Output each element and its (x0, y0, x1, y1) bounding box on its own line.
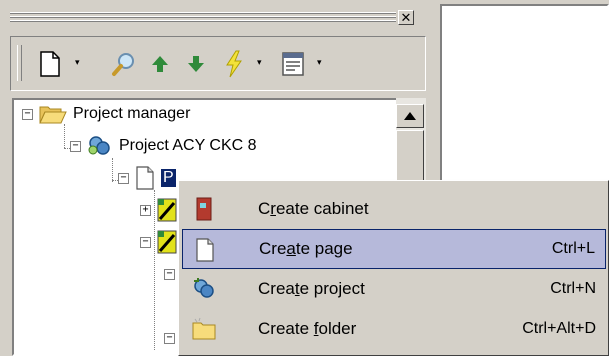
tree-item-project[interactable]: − Project ACY CKC 8 (70, 134, 257, 158)
arrow-up-icon (152, 56, 168, 72)
toolbar: ▾ ▾ ▾ (10, 36, 426, 91)
menu-item-label: Create cabinet (258, 199, 369, 218)
tree-item-label: P (161, 169, 176, 187)
panel-grip[interactable] (10, 12, 396, 24)
collapse-toggle[interactable]: − (22, 108, 33, 120)
cabinet-page-icon (157, 230, 177, 254)
arrow-down-icon (188, 56, 204, 72)
lightning-icon (226, 50, 242, 78)
tree-item-child[interactable]: − (140, 230, 177, 254)
menu-item-label: Create folder (258, 319, 357, 338)
menu-item-create-folder[interactable]: Create folder Ctrl+Alt+D (182, 309, 606, 349)
lightning-dropdown-arrow[interactable]: ▾ (257, 58, 262, 67)
collapse-toggle[interactable]: − (118, 172, 129, 184)
tree-item-selected[interactable]: − P (118, 166, 176, 190)
tree-item-child[interactable]: + (140, 198, 177, 222)
cabinet-page-icon (157, 198, 177, 222)
collapse-toggle[interactable]: − (140, 236, 151, 248)
cabinet-icon (196, 197, 212, 221)
properties-button[interactable] (281, 51, 305, 77)
new-page-button[interactable] (39, 51, 61, 77)
context-menu: Create cabinet Create page Ctrl+L Create… (178, 180, 609, 356)
page-icon (136, 166, 154, 190)
menu-item-create-project[interactable]: Create project Ctrl+N (182, 269, 606, 309)
menu-item-create-page[interactable]: Create page Ctrl+L (182, 229, 606, 269)
properties-icon (282, 52, 304, 76)
tree-item-label: Project manager (73, 105, 191, 122)
tree-connector (64, 124, 65, 148)
triangle-up-icon (404, 112, 416, 120)
tree-item-label: Project ACY CKC 8 (119, 137, 257, 154)
tree-item-project-manager[interactable]: − Project manager (22, 102, 190, 126)
close-panel-button[interactable]: ✕ (398, 10, 414, 25)
panel-title-bar[interactable]: ✕ (10, 10, 414, 26)
project-icon (194, 278, 214, 298)
properties-dropdown-arrow[interactable]: ▾ (317, 58, 322, 67)
move-down-button[interactable] (185, 51, 207, 77)
move-up-button[interactable] (149, 51, 171, 77)
menu-item-label: Create project (258, 279, 365, 298)
collapse-toggle[interactable]: − (70, 140, 81, 152)
new-page-icon (40, 51, 60, 77)
page-icon (196, 238, 214, 262)
folder-icon (192, 317, 216, 340)
menu-item-label: Create page (259, 239, 353, 258)
search-button[interactable] (111, 51, 137, 77)
toolbar-grip[interactable] (17, 45, 22, 81)
new-page-dropdown-arrow[interactable]: ▾ (75, 58, 80, 67)
search-icon (112, 53, 134, 76)
tree-connector (112, 158, 113, 182)
folder-open-icon (39, 106, 67, 124)
menu-item-shortcut: Ctrl+N (550, 280, 596, 297)
project-icon (88, 136, 110, 155)
collapse-toggle[interactable]: − (164, 268, 175, 280)
lightning-button[interactable] (223, 50, 245, 78)
expand-toggle[interactable]: + (140, 204, 151, 216)
menu-item-shortcut: Ctrl+L (551, 240, 595, 257)
menu-item-shortcut: Ctrl+Alt+D (522, 320, 596, 337)
collapse-toggle[interactable]: − (164, 332, 175, 344)
close-icon: ✕ (400, 10, 412, 25)
scroll-up-button[interactable] (396, 104, 424, 128)
menu-item-create-cabinet[interactable]: Create cabinet (182, 189, 606, 229)
